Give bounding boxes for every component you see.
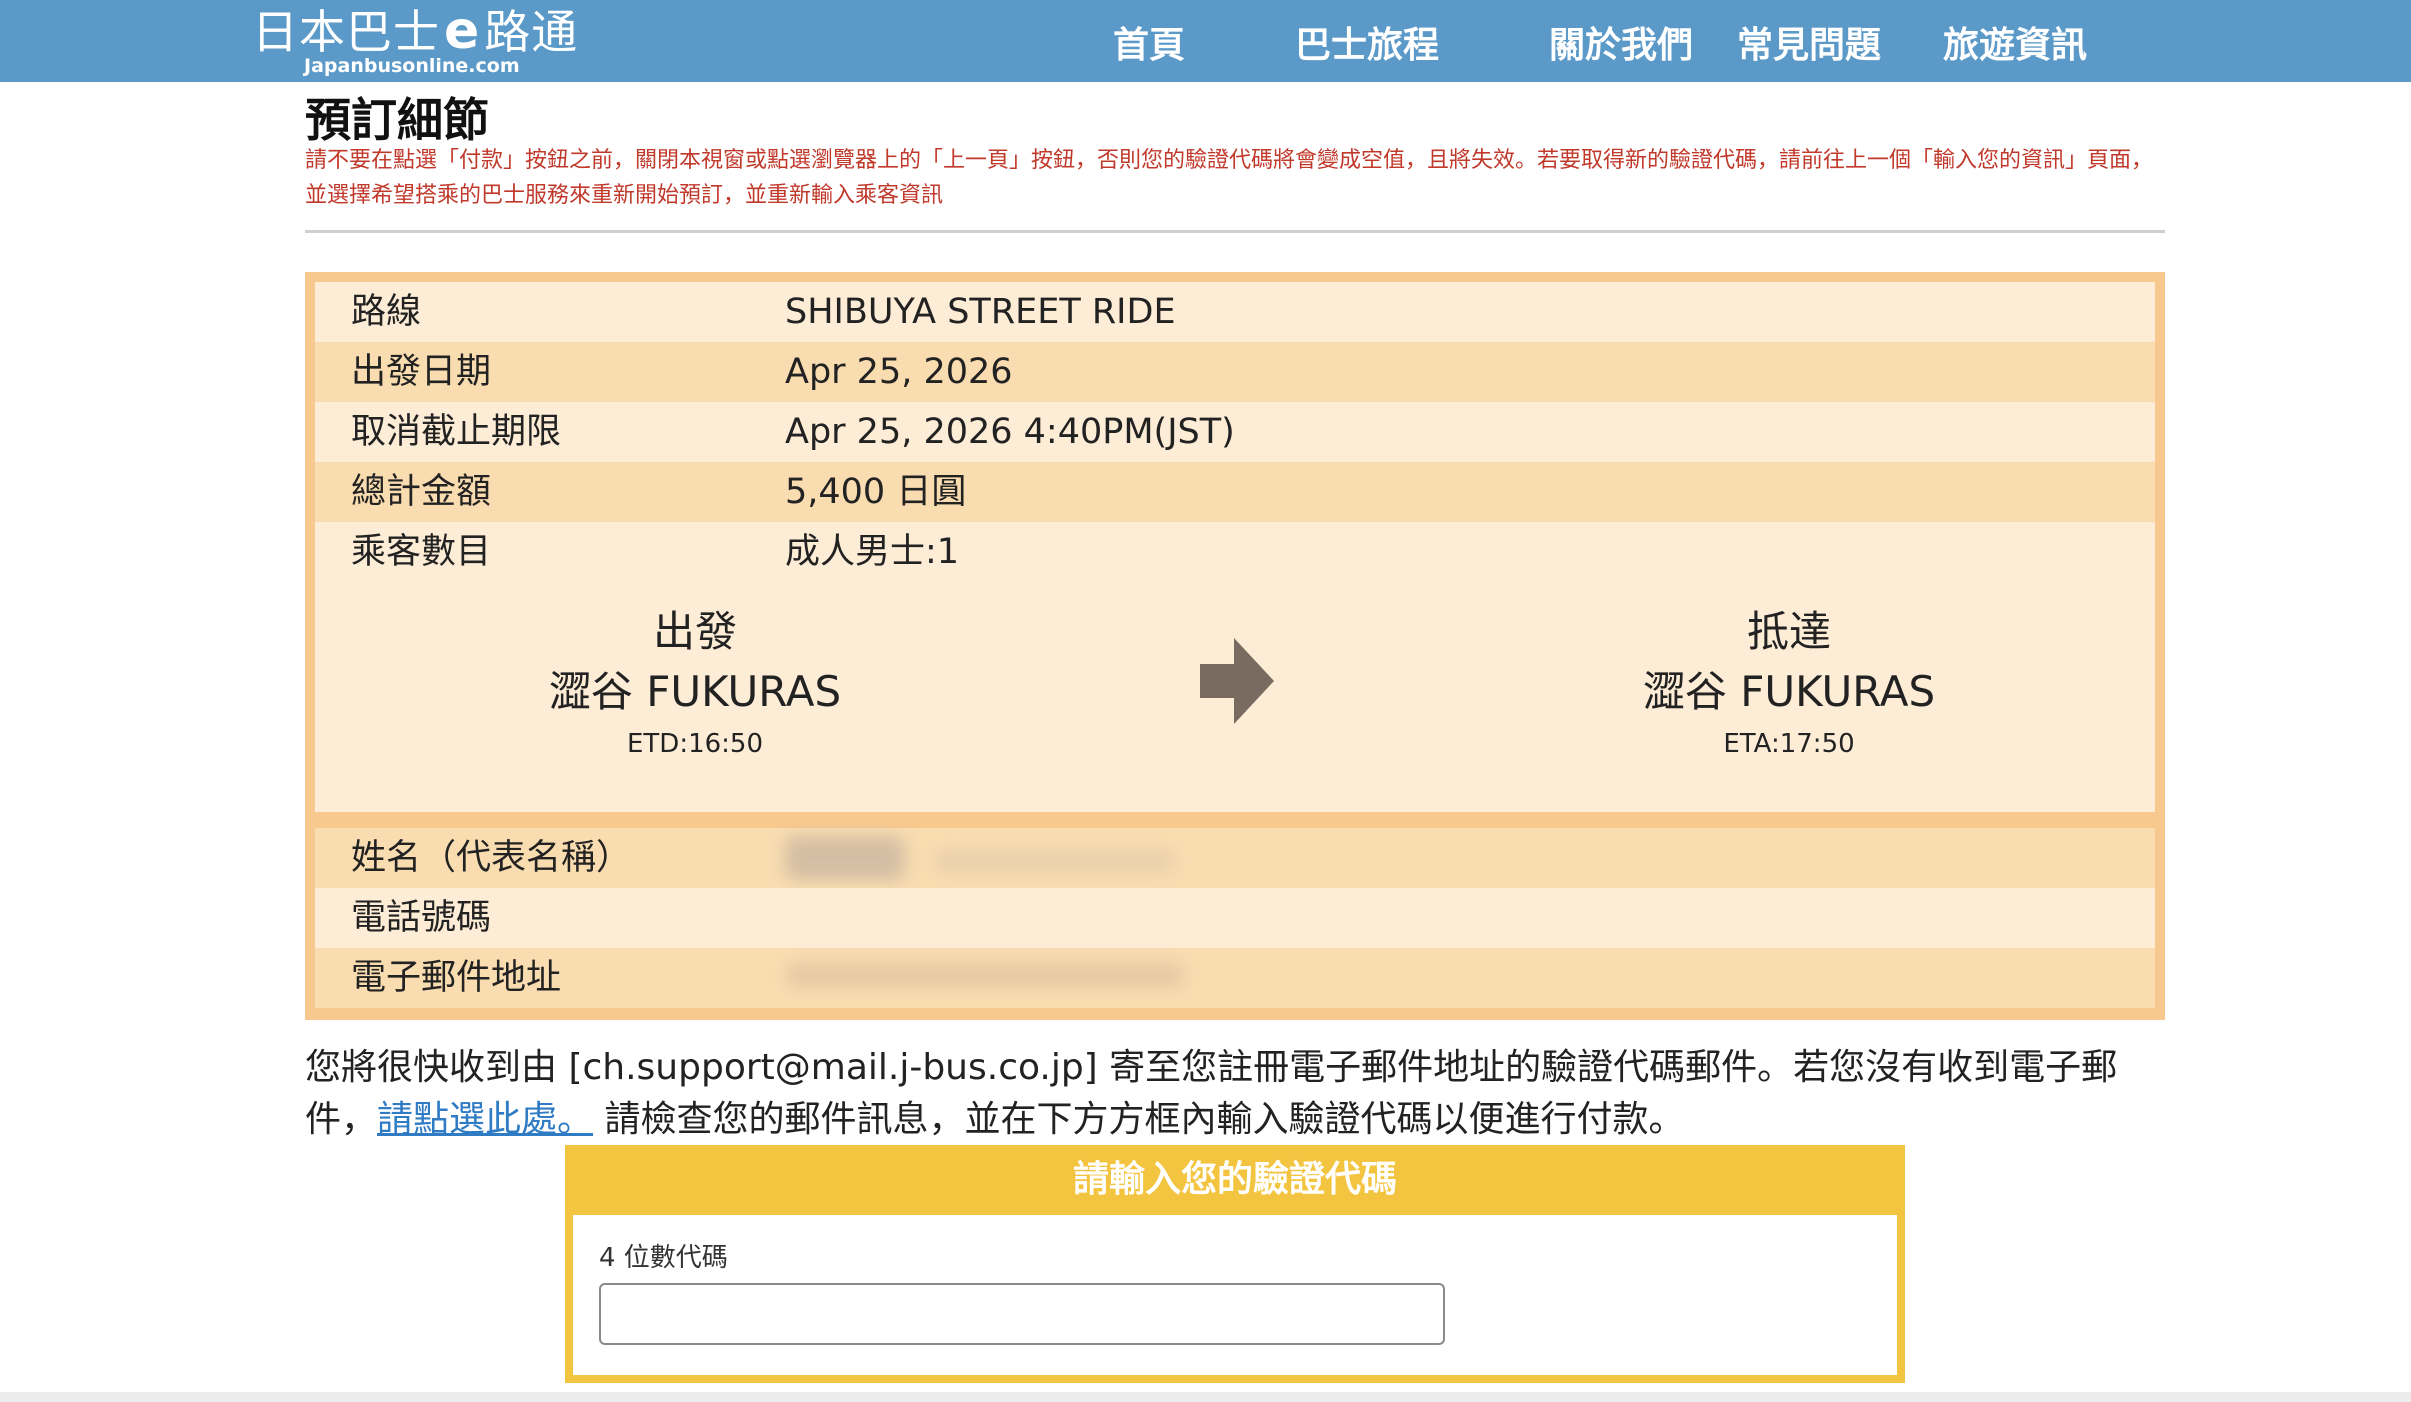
logo-title: 日本巴士e路通 (252, 1, 579, 61)
verification-header: 請輸入您的驗證代碼 (1072, 1159, 1397, 1200)
departure-stop: 澀谷 FUKURAS (548, 667, 842, 716)
detail-label: 乘客數目 (351, 532, 492, 572)
detail-label: 電子郵件地址 (351, 958, 562, 998)
nav-about-us[interactable]: 關於我們 (1549, 16, 1693, 68)
arrival-stop: 澀谷 FUKURAS (1642, 667, 1936, 716)
arrival-time: ETA:17:50 (1723, 729, 1855, 759)
detail-row-passengers: 乘客數目 成人男士:1 (315, 522, 2155, 582)
detail-row-departure-date: 出發日期 Apr 25, 2026 (315, 342, 2155, 402)
nav-faq[interactable]: 常見問題 (1737, 16, 1881, 68)
detail-value: Apr 25, 2026 4:40PM(JST) (785, 412, 1235, 452)
arrival-info: 抵達 澀谷 FUKURAS ETA:17:50 (1489, 602, 2089, 766)
nav-travel-info[interactable]: 旅遊資訊 (1943, 16, 2087, 68)
redacted-blur (785, 962, 1185, 988)
detail-value: Apr 25, 2026 (785, 352, 1013, 392)
verification-code-box: 請輸入您的驗證代碼 4 位數代碼 (565, 1145, 1905, 1383)
redacted-blur (785, 836, 1175, 880)
redacted-value (785, 948, 1205, 1027)
verification-notice: 您將很快收到由 [ch.support@mail.j-bus.co.jp] 寄至… (305, 1042, 2175, 1146)
trip-summary: 出發 澀谷 FUKURAS ETD:16:50 抵達 澀谷 FUKURAS ET… (315, 580, 2155, 812)
arrival-heading: 抵達 (1746, 607, 1831, 656)
detail-row-cancel-deadline: 取消截止期限 Apr 25, 2026 4:40PM(JST) (315, 402, 2155, 462)
detail-label: 取消截止期限 (351, 412, 562, 452)
detail-label: 出發日期 (351, 352, 492, 392)
detail-row-name: 姓名（代表名稱） (315, 828, 2155, 888)
code-label: 4 位數代碼 (599, 1243, 728, 1273)
nav-bus-tours[interactable]: 巴士旅程 (1295, 16, 1439, 68)
detail-value: 5,400 日圓 (785, 472, 967, 512)
bottom-edge (0, 1392, 2411, 1402)
site-logo[interactable]: 日本巴士e路通 Japanbusonline.com (252, 1, 579, 77)
detail-row-route: 路線 SHIBUYA STREET RIDE (315, 282, 2155, 342)
top-navigation-bar: 日本巴士e路通 Japanbusonline.com 首頁 巴士旅程 關於我們 … (0, 0, 2411, 82)
page-title: 預訂細節 (305, 93, 489, 147)
warning-message: 請不要在點選「付款」按鈕之前，關閉本視窗或點選瀏覽器上的「上一頁」按鈕，否則您的… (305, 148, 2154, 208)
arrow-right-icon (1200, 638, 1274, 724)
detail-label: 路線 (351, 292, 422, 332)
detail-label: 電話號碼 (351, 898, 492, 938)
booking-details-panel: 路線 SHIBUYA STREET RIDE 出發日期 Apr 25, 2026… (305, 272, 2165, 1020)
departure-heading: 出發 (652, 607, 737, 656)
departure-info: 出發 澀谷 FUKURAS ETD:16:50 (395, 602, 995, 766)
departure-time: ETD:16:50 (626, 729, 764, 759)
detail-value: 成人男士:1 (785, 532, 960, 572)
verification-form: 4 位數代碼 (573, 1215, 1897, 1375)
detail-value: SHIBUYA STREET RIDE (785, 292, 1176, 332)
detail-row-phone: 電話號碼 (315, 888, 2155, 948)
detail-label: 姓名（代表名稱） (351, 838, 632, 878)
resend-email-link[interactable]: 請點選此處。 (377, 1099, 593, 1140)
detail-row-total-amount: 總計金額 5,400 日圓 (315, 462, 2155, 522)
notice-text-after: 請檢查您的郵件訊息，並在下方方框內輸入驗證代碼以便進行付款。 (593, 1099, 1685, 1140)
detail-label: 總計金額 (351, 472, 492, 512)
detail-row-email: 電子郵件地址 (315, 948, 2155, 1008)
verification-code-input[interactable] (599, 1283, 1445, 1345)
nav-home[interactable]: 首頁 (1113, 16, 1185, 68)
divider (305, 230, 2165, 233)
